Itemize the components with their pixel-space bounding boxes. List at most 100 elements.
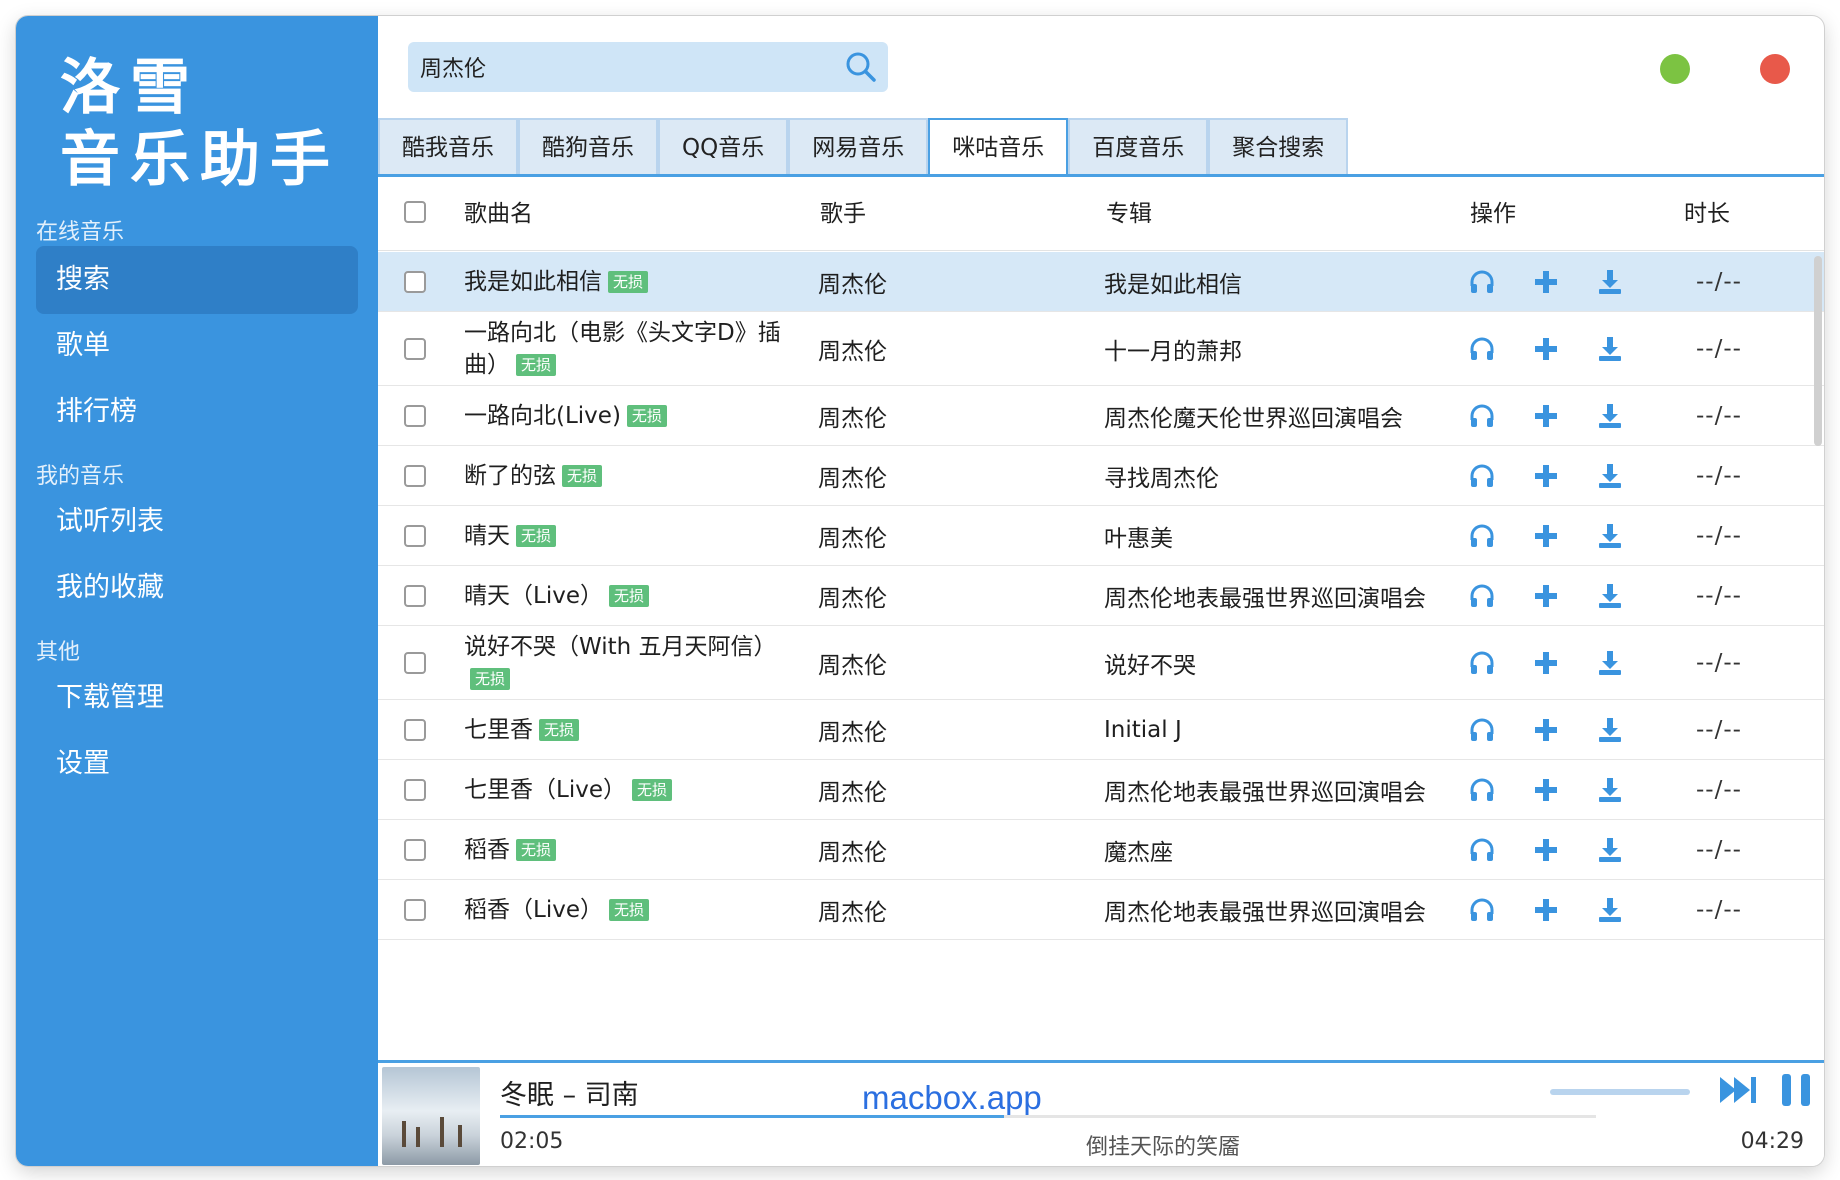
- singer-cell[interactable]: 周杰伦: [818, 700, 887, 759]
- album-cell[interactable]: 周杰伦地表最强世界巡回演唱会: [1104, 566, 1426, 625]
- search-input[interactable]: [420, 54, 820, 80]
- plus-icon[interactable]: [1532, 649, 1560, 677]
- headphones-icon[interactable]: [1468, 836, 1496, 864]
- singer-cell[interactable]: 周杰伦: [818, 880, 887, 939]
- row-checkbox[interactable]: [404, 524, 426, 547]
- table-row[interactable]: 稻香（Live） 无损 周杰伦 周杰伦地表最强世界巡回演唱会 --/--: [378, 880, 1824, 940]
- row-checkbox[interactable]: [404, 337, 426, 360]
- headphones-icon[interactable]: [1468, 582, 1496, 610]
- plus-icon[interactable]: [1532, 462, 1560, 490]
- row-checkbox[interactable]: [404, 404, 426, 427]
- table-row[interactable]: 七里香 无损 周杰伦 Initial J --/--: [378, 700, 1824, 760]
- table-row[interactable]: 我是如此相信 无损 周杰伦 我是如此相信 --/--: [378, 252, 1824, 312]
- table-row[interactable]: 七里香（Live） 无损 周杰伦 周杰伦地表最强世界巡回演唱会 --/--: [378, 760, 1824, 820]
- tab-5[interactable]: 百度音乐: [1068, 118, 1209, 174]
- list-scrollbar[interactable]: [1814, 256, 1822, 446]
- download-icon[interactable]: [1596, 268, 1624, 296]
- table-row[interactable]: 晴天（Live） 无损 周杰伦 周杰伦地表最强世界巡回演唱会 --/--: [378, 566, 1824, 626]
- plus-icon[interactable]: [1532, 522, 1560, 550]
- album-cover[interactable]: [382, 1067, 480, 1165]
- download-icon[interactable]: [1596, 402, 1624, 430]
- sidebar-item-favorites[interactable]: 我的收藏: [36, 554, 358, 622]
- plus-icon[interactable]: [1532, 582, 1560, 610]
- headphones-icon[interactable]: [1468, 522, 1496, 550]
- table-row[interactable]: 稻香 无损 周杰伦 魔杰座 --/--: [378, 820, 1824, 880]
- headphones-icon[interactable]: [1468, 716, 1496, 744]
- plus-icon[interactable]: [1532, 716, 1560, 744]
- select-all-checkbox[interactable]: [404, 201, 426, 223]
- close-button[interactable]: [1760, 54, 1790, 84]
- singer-cell[interactable]: 周杰伦: [818, 386, 887, 445]
- album-cell[interactable]: 周杰伦魔天伦世界巡回演唱会: [1104, 386, 1403, 445]
- download-icon[interactable]: [1596, 716, 1624, 744]
- progress-bar[interactable]: [500, 1115, 1596, 1118]
- headphones-icon[interactable]: [1468, 402, 1496, 430]
- album-cell[interactable]: Initial J: [1104, 700, 1182, 759]
- tab-0[interactable]: 酷我音乐: [378, 118, 518, 174]
- plus-icon[interactable]: [1532, 335, 1560, 363]
- plus-icon[interactable]: [1532, 836, 1560, 864]
- singer-cell[interactable]: 周杰伦: [818, 506, 887, 565]
- headphones-icon[interactable]: [1468, 776, 1496, 804]
- pause-icon[interactable]: [1778, 1071, 1814, 1109]
- table-row[interactable]: 一路向北（电影《头文字D》插曲） 无损 周杰伦 十一月的萧邦 --/--: [378, 312, 1824, 386]
- row-checkbox[interactable]: [404, 778, 426, 801]
- table-row[interactable]: 断了的弦 无损 周杰伦 寻找周杰伦 --/--: [378, 446, 1824, 506]
- album-cell[interactable]: 说好不哭: [1104, 626, 1196, 699]
- album-cell[interactable]: 魔杰座: [1104, 820, 1173, 879]
- singer-cell[interactable]: 周杰伦: [818, 626, 887, 699]
- sidebar-item-playlist[interactable]: 歌单: [36, 312, 358, 380]
- download-icon[interactable]: [1596, 649, 1624, 677]
- album-cell[interactable]: 叶惠美: [1104, 506, 1173, 565]
- tab-3[interactable]: 网易音乐: [788, 118, 929, 174]
- album-cell[interactable]: 十一月的萧邦: [1104, 312, 1242, 385]
- tab-1[interactable]: 酷狗音乐: [518, 118, 658, 174]
- table-row[interactable]: 说好不哭（With 五月天阿信） 无损 周杰伦 说好不哭 --/--: [378, 626, 1824, 700]
- tab-4[interactable]: 咪咕音乐: [928, 118, 1069, 176]
- download-icon[interactable]: [1596, 582, 1624, 610]
- download-icon[interactable]: [1596, 776, 1624, 804]
- sidebar-item-trial-list[interactable]: 试听列表: [36, 488, 358, 556]
- download-icon[interactable]: [1596, 836, 1624, 864]
- volume-slider[interactable]: [1550, 1089, 1690, 1095]
- singer-cell[interactable]: 周杰伦: [818, 820, 887, 879]
- tab-2[interactable]: QQ音乐: [658, 118, 789, 174]
- album-cell[interactable]: 我是如此相信: [1104, 252, 1242, 311]
- sidebar-item-downloads[interactable]: 下载管理: [36, 664, 358, 732]
- sidebar-item-settings[interactable]: 设置: [36, 730, 358, 798]
- plus-icon[interactable]: [1532, 402, 1560, 430]
- singer-cell[interactable]: 周杰伦: [818, 760, 887, 819]
- tab-6[interactable]: 聚合搜索: [1208, 118, 1349, 174]
- row-checkbox[interactable]: [404, 651, 426, 674]
- plus-icon[interactable]: [1532, 268, 1560, 296]
- plus-icon[interactable]: [1532, 776, 1560, 804]
- next-track-icon[interactable]: [1718, 1073, 1758, 1107]
- row-checkbox[interactable]: [404, 464, 426, 487]
- singer-cell[interactable]: 周杰伦: [818, 446, 887, 505]
- singer-cell[interactable]: 周杰伦: [818, 252, 887, 311]
- table-row[interactable]: 一路向北(Live) 无损 周杰伦 周杰伦魔天伦世界巡回演唱会 --/--: [378, 386, 1824, 446]
- download-icon[interactable]: [1596, 896, 1624, 924]
- row-checkbox[interactable]: [404, 584, 426, 607]
- plus-icon[interactable]: [1532, 896, 1560, 924]
- download-icon[interactable]: [1596, 522, 1624, 550]
- headphones-icon[interactable]: [1468, 335, 1496, 363]
- row-checkbox[interactable]: [404, 898, 426, 921]
- download-icon[interactable]: [1596, 335, 1624, 363]
- album-cell[interactable]: 周杰伦地表最强世界巡回演唱会: [1104, 760, 1426, 819]
- singer-cell[interactable]: 周杰伦: [818, 312, 887, 385]
- download-icon[interactable]: [1596, 462, 1624, 490]
- album-cell[interactable]: 周杰伦地表最强世界巡回演唱会: [1104, 880, 1426, 939]
- maximize-button[interactable]: [1660, 54, 1690, 84]
- headphones-icon[interactable]: [1468, 462, 1496, 490]
- sidebar-item-charts[interactable]: 排行榜: [36, 378, 358, 446]
- album-cell[interactable]: 寻找周杰伦: [1104, 446, 1219, 505]
- row-checkbox[interactable]: [404, 838, 426, 861]
- row-checkbox[interactable]: [404, 270, 426, 293]
- singer-cell[interactable]: 周杰伦: [818, 566, 887, 625]
- headphones-icon[interactable]: [1468, 896, 1496, 924]
- table-row[interactable]: 晴天 无损 周杰伦 叶惠美 --/--: [378, 506, 1824, 566]
- headphones-icon[interactable]: [1468, 649, 1496, 677]
- sidebar-item-search[interactable]: 搜索: [36, 246, 358, 314]
- row-checkbox[interactable]: [404, 718, 426, 741]
